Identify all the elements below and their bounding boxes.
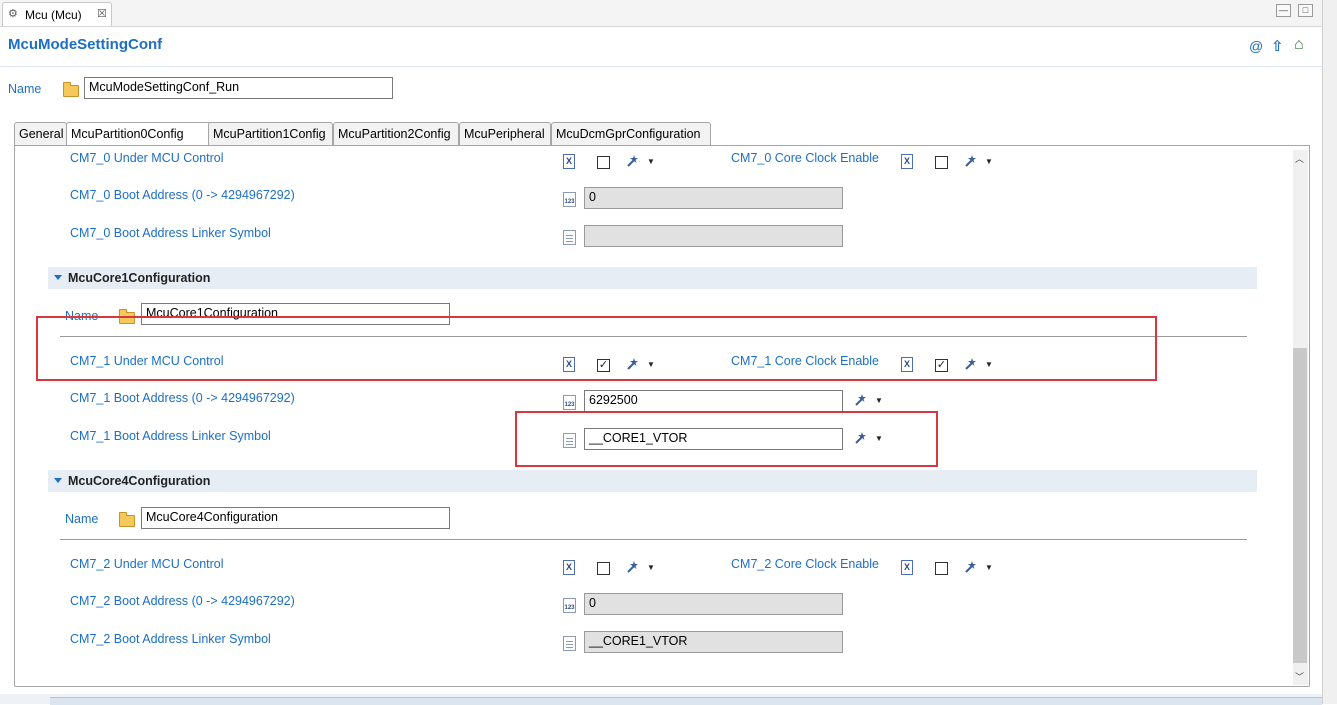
cm7-0-under-mcu-control-checkbox[interactable] (597, 156, 610, 169)
scroll-up-icon[interactable]: ︿ (1295, 152, 1304, 165)
wand-icon[interactable] (626, 154, 640, 168)
tab-mcu-dcm-gpr-configuration[interactable]: McuDcmGprConfiguration (551, 122, 711, 145)
cm7-2-boot-address-input[interactable]: 0 (584, 593, 843, 615)
cm7-0-core-clock-enable-label: CM7_0 Core Clock Enable (731, 151, 879, 165)
maximize-button[interactable]: □ (1298, 4, 1313, 17)
tab-mcu-partition0-config[interactable]: McuPartition0Config (66, 122, 212, 146)
collapse-arrow-icon[interactable] (54, 275, 62, 280)
section-title: McuCore1Configuration (68, 271, 211, 285)
scrollbar-thumb[interactable] (1293, 348, 1307, 663)
wand-icon[interactable] (964, 154, 978, 168)
cm7-2-boot-address-label: CM7_2 Boot Address (0 -> 4294967292) (70, 594, 295, 608)
chevron-down-icon[interactable]: ▼ (647, 157, 655, 166)
highlight-box-under-mcu-control (36, 316, 1157, 381)
tab-mcu-partition2-config[interactable]: McuPartition2Config (333, 122, 459, 145)
chevron-down-icon[interactable]: ▼ (875, 396, 883, 405)
text-field-icon (563, 636, 576, 651)
title-divider (0, 66, 1322, 67)
number-field-icon: 123 (563, 192, 576, 207)
cm7-1-linker-symbol-label: CM7_1 Boot Address Linker Symbol (70, 429, 271, 443)
folder-icon (63, 82, 79, 97)
cm7-1-boot-address-label: CM7_1 Boot Address (0 -> 4294967292) (70, 391, 295, 405)
section-title: McuCore4Configuration (68, 474, 211, 488)
xpath-icon: X (901, 560, 913, 575)
close-icon[interactable]: ☒ (97, 7, 107, 20)
home-icon[interactable]: ⌂ (1294, 36, 1304, 54)
cm7-0-boot-address-label: CM7_0 Boot Address (0 -> 4294967292) (70, 188, 295, 202)
chevron-down-icon[interactable]: ▼ (985, 563, 993, 572)
at-icon[interactable]: @ (1249, 38, 1263, 54)
section-mcu-core1-configuration[interactable]: McuCore1Configuration (48, 267, 1257, 289)
cm7-1-boot-address-input[interactable]: 6292500 (584, 390, 843, 412)
cm7-2-under-mcu-control-checkbox[interactable] (597, 562, 610, 575)
page-title: McuModeSettingConf (8, 36, 163, 53)
editor-tab-label: Mcu (Mcu) (25, 8, 82, 22)
wand-icon[interactable] (964, 560, 978, 574)
folder-icon (119, 512, 135, 527)
cm7-2-under-mcu-control-label: CM7_2 Under MCU Control (70, 557, 224, 571)
minimize-button[interactable]: — (1276, 4, 1291, 17)
chevron-down-icon[interactable]: ▼ (647, 563, 655, 572)
number-field-icon: 123 (563, 598, 576, 613)
chevron-down-icon[interactable]: ▼ (985, 157, 993, 166)
tab-mcu-partition1-config[interactable]: McuPartition1Config (208, 122, 333, 145)
editor-tab-mcu[interactable]: ⚙ Mcu (Mcu) ☒ (2, 2, 112, 26)
name-label: Name (8, 82, 42, 96)
editor-tab-bar: ⚙ Mcu (Mcu) ☒ (0, 0, 1322, 27)
xpath-icon: X (563, 560, 575, 575)
up-arrow-icon[interactable]: ⇧ (1271, 37, 1284, 55)
cm7-0-under-mcu-control-label: CM7_0 Under MCU Control (70, 151, 224, 165)
number-field-icon: 123 (563, 395, 576, 410)
wand-icon[interactable] (854, 393, 868, 407)
section-mcu-core4-configuration[interactable]: McuCore4Configuration (48, 470, 1257, 492)
scroll-down-icon[interactable]: ﹀ (1295, 670, 1304, 683)
name-input[interactable]: McuModeSettingConf_Run (84, 77, 393, 99)
xpath-icon: X (901, 154, 913, 169)
section-divider (60, 539, 1247, 540)
core4-name-input[interactable]: McuCore4Configuration (141, 507, 450, 529)
cm7-0-core-clock-enable-checkbox[interactable] (935, 156, 948, 169)
tab-general[interactable]: General (14, 122, 67, 145)
text-field-icon (563, 230, 576, 245)
cm7-0-boot-address-input[interactable]: 0 (584, 187, 843, 209)
xpath-icon: X (563, 154, 575, 169)
tab-mcu-peripheral[interactable]: McuPeripheral (459, 122, 551, 145)
cm7-0-linker-symbol-input[interactable] (584, 225, 843, 247)
wand-icon[interactable] (626, 560, 640, 574)
side-toolbar (1322, 0, 1337, 704)
cm7-0-linker-symbol-label: CM7_0 Boot Address Linker Symbol (70, 226, 271, 240)
collapse-arrow-icon[interactable] (54, 478, 62, 483)
core4-name-label: Name (65, 512, 99, 526)
config-icon: ⚙ (8, 8, 18, 20)
cm7-2-linker-symbol-input[interactable]: __CORE1_VTOR (584, 631, 843, 653)
cm7-2-linker-symbol-label: CM7_2 Boot Address Linker Symbol (70, 632, 271, 646)
cm7-2-core-clock-enable-label: CM7_2 Core Clock Enable (731, 557, 879, 571)
cm7-2-core-clock-enable-checkbox[interactable] (935, 562, 948, 575)
highlight-box-linker-symbol (515, 411, 938, 467)
